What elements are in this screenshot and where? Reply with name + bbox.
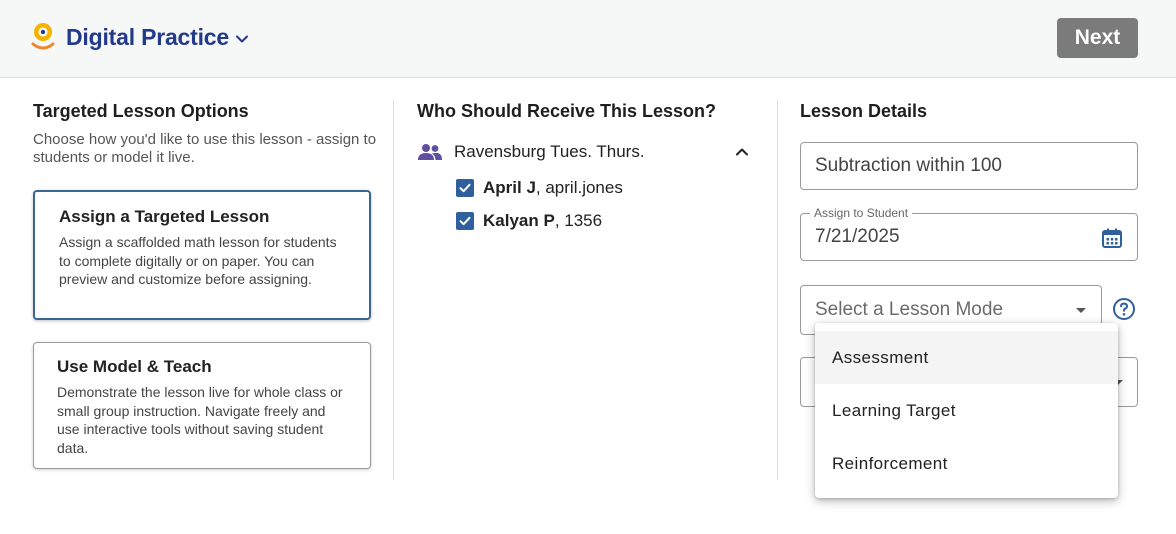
lesson-name-field[interactable]: Subtraction within 100 [800,142,1138,190]
lesson-mode-placeholder: Select a Lesson Mode [815,299,1004,320]
app-logo-icon [31,23,55,50]
group-icon [418,144,442,160]
student-label: April J, april.jones [483,178,623,198]
calendar-icon[interactable] [1101,227,1123,249]
option-card-description: Demonstrate the lesson live for whole cl… [57,384,343,456]
lesson-mode-menu: Assessment Learning Target Reinforcement [815,323,1118,498]
option-card-title: Use Model & Teach [57,357,212,376]
student-label: Kalyan P, 1356 [483,211,602,231]
option-card-description: Assign a scaffolded math lesson for stud… [59,234,337,287]
student-checkbox[interactable] [456,212,474,230]
app-header: Digital Practice Next [0,0,1176,78]
student-name: April J [483,178,536,197]
column-divider [777,100,778,480]
next-button[interactable]: Next [1057,18,1138,58]
student-row: Kalyan P, 1356 [456,211,602,231]
student-detail: , 1356 [554,211,603,230]
student-name: Kalyan P [483,211,555,230]
menu-item-assessment[interactable]: Assessment [815,331,1118,384]
check-icon [459,183,471,193]
recipients-heading: Who Should Receive This Lesson? [417,101,717,121]
student-detail: , april.jones [535,178,623,197]
app-title: Digital Practice [66,23,229,50]
student-row: April J, april.jones [456,178,623,198]
option-card-title: Assign a Targeted Lesson [59,207,270,226]
class-name: Ravensburg Tues. Thurs. [454,142,645,161]
app-switcher[interactable]: Digital Practice [30,22,249,52]
chevron-down-icon [235,35,248,42]
column-divider [393,100,394,480]
assign-date-value: 7/21/2025 [815,226,900,247]
help-icon[interactable] [1112,297,1136,321]
model-and-teach-card[interactable]: Use Model & Teach Demonstrate the lesson… [33,342,371,469]
check-icon [459,216,471,226]
assign-date-field[interactable]: Assign to Student 7/21/2025 [800,206,1138,261]
menu-item-learning-target[interactable]: Learning Target [815,384,1118,437]
chevron-up-icon[interactable] [733,143,751,161]
class-group-header[interactable]: Ravensburg Tues. Thurs. [417,140,757,164]
assign-targeted-lesson-card[interactable]: Assign a Targeted Lesson Assign a scaffo… [33,190,371,320]
menu-item-reinforcement[interactable]: Reinforcement [815,437,1118,490]
dropdown-arrow-icon [1076,308,1086,313]
assign-date-label: Assign to Student [810,206,913,220]
options-subtitle: Choose how you'd like to use this lesson… [33,131,377,166]
lesson-name-value: Subtraction within 100 [815,155,1002,176]
details-heading: Lesson Details [800,101,928,121]
options-heading: Targeted Lesson Options [33,101,249,121]
student-checkbox[interactable] [456,179,474,197]
